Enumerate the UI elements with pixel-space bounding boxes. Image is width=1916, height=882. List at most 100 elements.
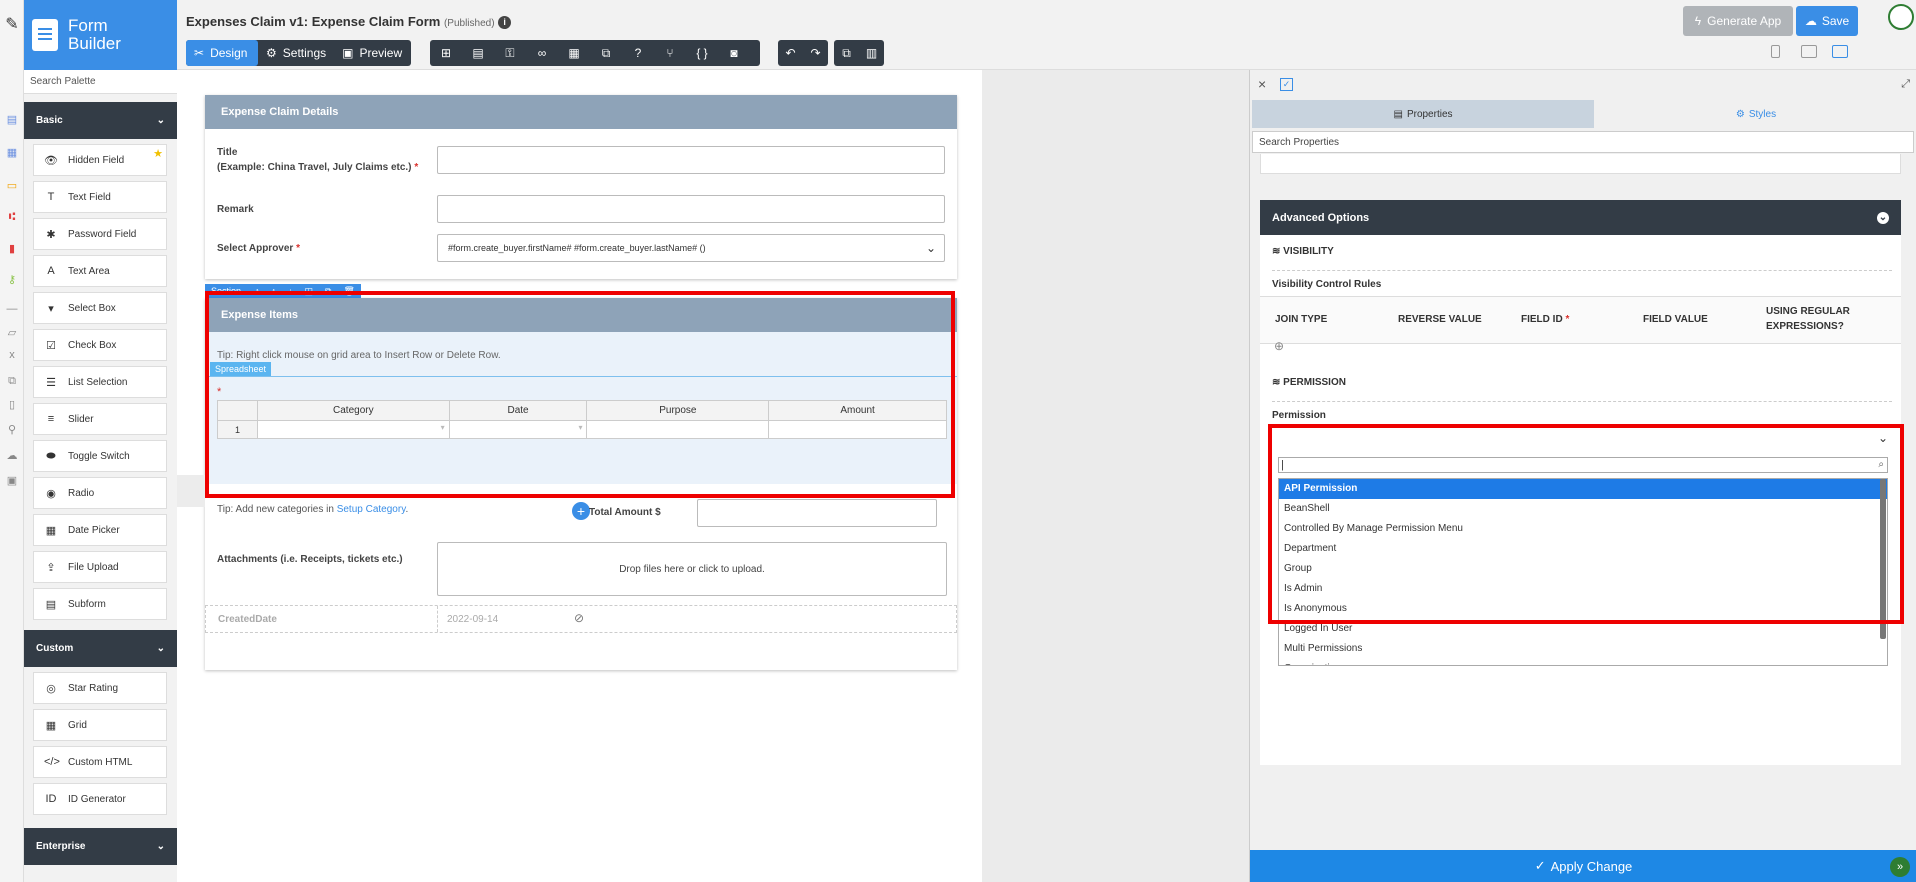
process-icon[interactable]: ⑆	[5, 210, 19, 224]
preview-button[interactable]: ▣ Preview	[334, 40, 410, 66]
palette-item-label: List Selection	[68, 376, 128, 388]
undo-icon[interactable]: ↶	[778, 40, 803, 66]
help-icon[interactable]: ?	[622, 40, 654, 66]
branch-icon[interactable]: ⑂	[654, 40, 686, 66]
palette-item-label: Text Field	[68, 191, 111, 203]
permission-option[interactable]: Multi Permissions	[1279, 639, 1887, 659]
approver-select[interactable]: #form.create_buyer.firstName# #form.crea…	[437, 234, 945, 262]
userview-icon[interactable]: ▭	[5, 179, 19, 193]
close-icon[interactable]: ×	[1258, 76, 1266, 92]
star-rating-icon: ◎	[46, 682, 56, 695]
database-icon[interactable]: ⧉	[5, 374, 19, 388]
form-icon[interactable]: ▤	[5, 113, 19, 127]
properties-panel: × ✓ ⤢ ▤ Properties ⚙ Styles Search Prope…	[1249, 70, 1916, 882]
design-button[interactable]: ✂ Design	[186, 40, 258, 66]
glasses-icon[interactable]: ∞	[526, 40, 558, 66]
file-dropzone[interactable]: Drop files here or click to upload.	[437, 542, 947, 596]
copy-icon[interactable]: ⧉	[834, 40, 859, 66]
advanced-options-header[interactable]: Advanced Options ⌄	[1260, 200, 1901, 235]
plugin-icon[interactable]: ⚲	[5, 423, 19, 437]
palette-item[interactable]: ✱ Password Field	[33, 218, 167, 250]
report-icon[interactable]: ▮	[5, 242, 19, 256]
document-icon[interactable]: ▯	[5, 398, 19, 412]
palette-item[interactable]: ◉ Radio	[33, 477, 167, 509]
tablet-view-icon[interactable]	[1801, 45, 1817, 58]
palette-item[interactable]: ID ID Generator	[33, 783, 167, 815]
message-icon[interactable]: ▱	[5, 326, 19, 340]
check-icon: ✓	[1534, 858, 1546, 873]
title-hint: (Example: China Travel, July Claims etc.…	[217, 162, 412, 173]
table-icon[interactable]: ▦	[558, 40, 590, 66]
eye-slash-icon: ⊘	[574, 611, 585, 625]
permission-option[interactable]: Organization	[1279, 659, 1887, 665]
palette-item[interactable]: ▦ Date Picker	[33, 514, 167, 546]
divider-icon: —	[6, 303, 18, 315]
double-chevron-icon[interactable]: »	[1890, 857, 1910, 877]
palette-item[interactable]: ⬬ Toggle Switch	[33, 440, 167, 472]
key-icon[interactable]: ⚷	[5, 273, 19, 287]
remark-input[interactable]	[437, 195, 945, 223]
section-header: Expense Claim Details	[205, 95, 957, 129]
created-date-label: CreatedDate	[218, 614, 277, 625]
hidden-field-created-date[interactable]: CreatedDate 2022-09-14 ⊘	[205, 605, 957, 633]
palette-item[interactable]: T Text Field	[33, 181, 167, 213]
camera-icon[interactable]: ◙	[718, 40, 750, 66]
setup-category-link[interactable]: Setup Category	[337, 504, 406, 515]
save-button[interactable]: ☁ Save	[1796, 6, 1858, 36]
palette-search-input[interactable]: Search Palette	[24, 70, 177, 94]
palette-item[interactable]: ▦ Grid	[33, 709, 167, 741]
save-label: Save	[1821, 14, 1850, 28]
check-square-icon[interactable]: ✓	[1280, 78, 1293, 91]
properties-search-input[interactable]: Search Properties	[1252, 131, 1914, 153]
paste-icon[interactable]: ▥	[859, 40, 884, 66]
code-icon: </>	[44, 756, 60, 768]
palette-item[interactable]: ▾ Select Box	[33, 292, 167, 324]
palette-item[interactable]: ☑ Check Box	[33, 329, 167, 361]
category-enterprise[interactable]: Enterprise ⌄	[24, 828, 177, 865]
cloud-icon[interactable]: ☁	[5, 449, 19, 463]
tree-icon[interactable]: ⊞	[430, 40, 462, 66]
total-amount-input[interactable]	[697, 499, 937, 527]
field-remark: Remark	[217, 195, 945, 223]
form-settings-icon[interactable]: ▤	[462, 40, 494, 66]
palette-item[interactable]: ☰ List Selection	[33, 366, 167, 398]
category-custom[interactable]: Custom ⌄	[24, 630, 177, 667]
list-icon[interactable]: ▦	[5, 146, 19, 160]
avatar[interactable]	[1888, 4, 1914, 30]
toggle-icon: ⬬	[46, 449, 56, 462]
mobile-view-icon[interactable]	[1771, 45, 1780, 58]
info-icon[interactable]: i	[498, 16, 512, 30]
desktop-view-icon[interactable]	[1832, 45, 1848, 58]
export-icon[interactable]: ▣	[5, 474, 19, 488]
palette-item[interactable]: ▤ Subform	[33, 588, 167, 620]
edit-icon[interactable]: ✎	[5, 17, 19, 33]
palette-item[interactable]: ≡ Slider	[33, 403, 167, 435]
palette-item[interactable]: ⇪ File Upload	[33, 551, 167, 583]
json-icon[interactable]: { }	[686, 40, 718, 66]
palette-item[interactable]: 👁 Hidden Field ★	[33, 144, 167, 176]
palette-item[interactable]: ◎ Star Rating	[33, 672, 167, 704]
section-expense-claim-details[interactable]: Expense Claim Details Title (Example: Ch…	[205, 95, 957, 279]
tab-styles[interactable]: ⚙ Styles	[1596, 100, 1916, 128]
apply-change-button[interactable]: ✓ Apply Change	[1250, 850, 1916, 882]
grid-icon: ▦	[45, 719, 57, 732]
title-input[interactable]	[437, 146, 945, 174]
chevron-down-icon: ⌄	[156, 841, 165, 852]
chevron-down-icon: ⌄	[925, 241, 936, 255]
add-rule-icon[interactable]: ⊕	[1274, 339, 1284, 353]
expand-icon[interactable]: ⤢	[1901, 78, 1910, 91]
layers-icon: ≋	[1272, 246, 1281, 257]
settings-button[interactable]: ⚙ Settings	[258, 40, 334, 66]
category-basic[interactable]: Basic ⌄	[24, 102, 177, 139]
properties-tab-icon: ▤	[1393, 108, 1403, 120]
chevron-down-icon: ⌄	[156, 115, 165, 126]
translate-icon[interactable]: ⧉	[590, 40, 622, 66]
add-icon[interactable]: +	[572, 502, 590, 520]
generate-app-button[interactable]: ϟ Generate App	[1683, 6, 1793, 36]
redo-icon[interactable]: ↷	[803, 40, 828, 66]
palette-item[interactable]: A Text Area	[33, 255, 167, 287]
tab-properties[interactable]: ▤ Properties	[1252, 100, 1594, 128]
variable-icon[interactable]: x	[5, 348, 19, 362]
lock-icon[interactable]: ⚿	[494, 40, 526, 66]
palette-item[interactable]: </> Custom HTML	[33, 746, 167, 778]
